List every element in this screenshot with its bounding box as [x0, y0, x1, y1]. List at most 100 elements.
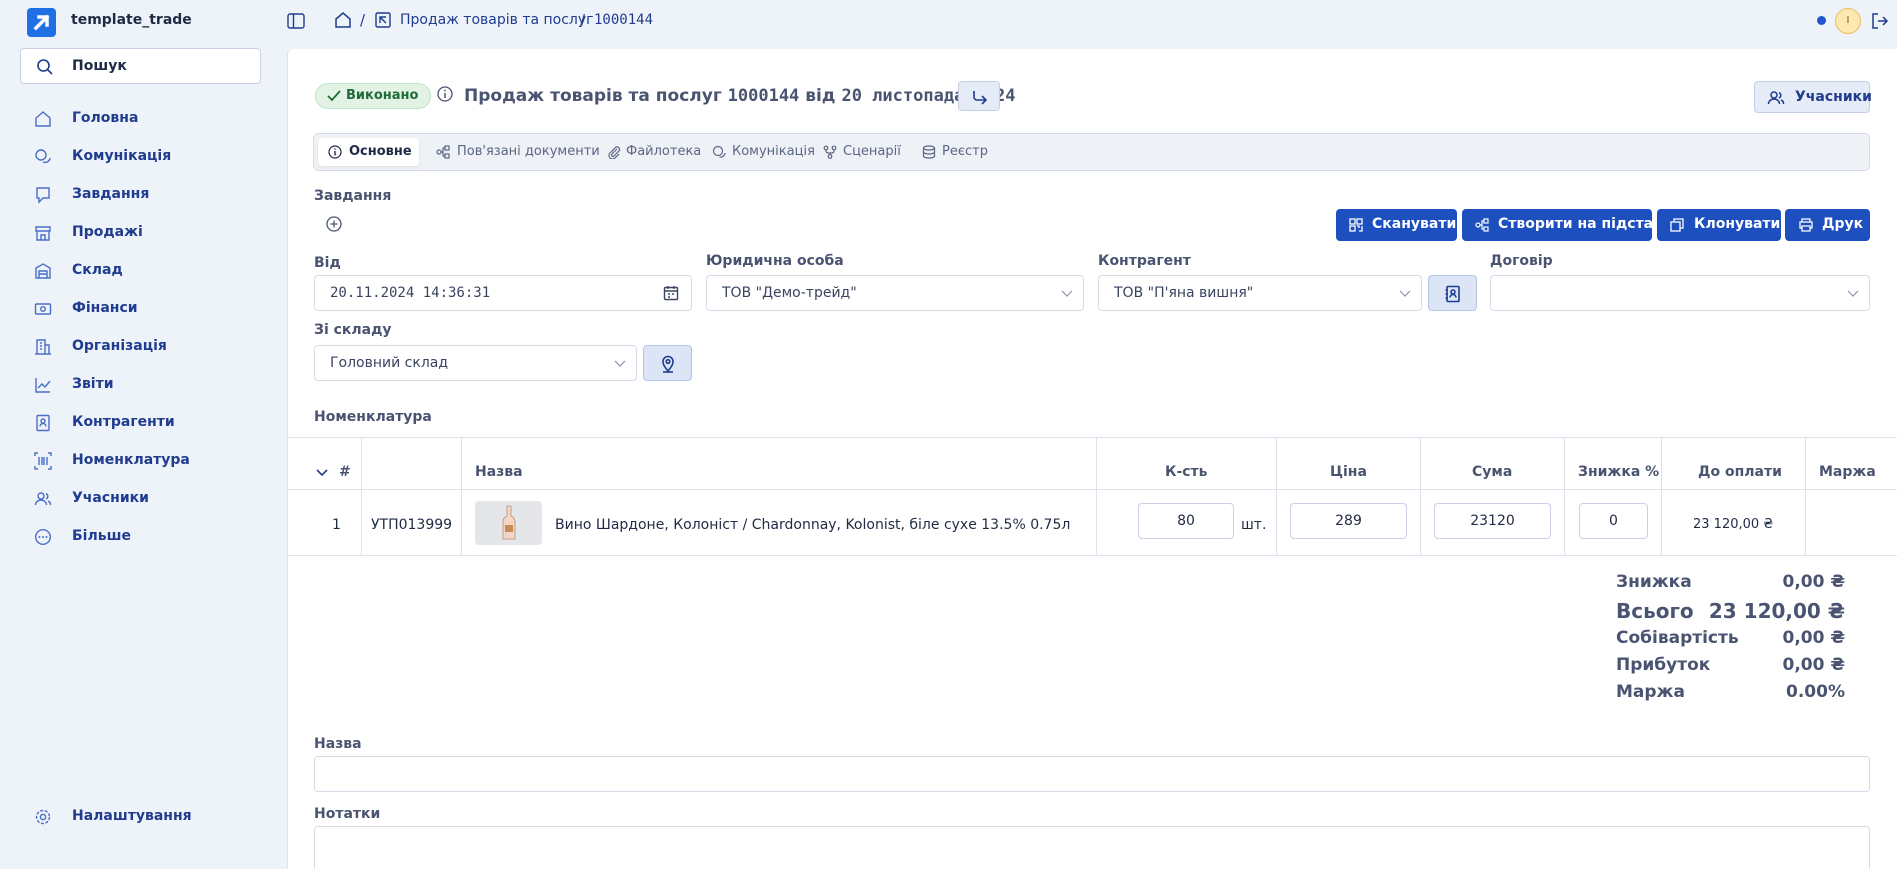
sidebar-item-label: Учасники — [72, 490, 149, 506]
chevron-down-icon — [614, 360, 626, 367]
sidebar-item-label: Завдання — [72, 186, 150, 202]
tab-scenarios[interactable]: Сценарії — [813, 138, 903, 166]
counterparty-select[interactable]: ТОВ "П'яна вишня" — [1098, 275, 1422, 311]
discount-input[interactable]: 0 — [1579, 503, 1648, 539]
sidebar-item-tasks[interactable]: Завдання — [34, 183, 254, 207]
notes-label: Нотатки — [314, 806, 381, 822]
chart-icon — [35, 378, 51, 393]
nomenclature-label: Номенклатура — [314, 409, 432, 425]
totals-total-label: Всього — [1616, 599, 1694, 623]
tab-registry[interactable]: Реєстр — [912, 138, 992, 166]
info-icon[interactable] — [437, 86, 453, 102]
tab-label: Пов'язані документи — [457, 144, 600, 159]
legal-entity-select[interactable]: ТОВ "Демо-трейд" — [706, 275, 1084, 311]
print-button-label: Друк — [1822, 216, 1864, 232]
sidebar-item-more[interactable]: Більше — [34, 525, 254, 549]
members-button[interactable]: Учасники — [1754, 81, 1872, 113]
breadcrumb-section[interactable]: Продаж товарів та послуг — [400, 12, 594, 28]
sidebar-item-sales[interactable]: Продажі — [34, 221, 254, 245]
more-icon — [34, 528, 52, 546]
sidebar-item-finance[interactable]: Фінанси — [34, 297, 254, 321]
tab-related-docs[interactable]: Пов'язані документи — [426, 138, 600, 166]
sidebar-item-settings[interactable]: Налаштування — [34, 805, 254, 829]
members-button-label: Учасники — [1795, 89, 1872, 105]
avatar[interactable]: I — [1835, 8, 1861, 34]
sidebar-item-label: Більше — [72, 528, 131, 544]
add-task-icon[interactable] — [326, 216, 342, 232]
redirect-button[interactable] — [958, 81, 1000, 111]
sidebar-item-warehouse[interactable]: Склад — [34, 259, 254, 283]
column-header-topay[interactable]: До оплати — [1698, 464, 1782, 480]
document-panel: Виконано Продаж товарів та послуг 100014… — [287, 49, 1897, 869]
counterparty-card-button[interactable] — [1428, 275, 1477, 311]
sidebar-item-reports[interactable]: Звіти — [34, 373, 254, 397]
price-input[interactable]: 289 — [1290, 503, 1407, 539]
sidebar-item-label: Налаштування — [72, 808, 192, 824]
branch-icon — [823, 145, 837, 159]
column-header-qty[interactable]: К-сть — [1165, 464, 1208, 480]
create-based-button-label: Створити на підставі — [1498, 216, 1667, 232]
status-label: Виконано — [346, 88, 419, 103]
collapse-chevron-icon[interactable] — [316, 469, 328, 477]
totals-margin-label: Маржа — [1616, 682, 1685, 702]
column-header-price[interactable]: Ціна — [1330, 464, 1367, 480]
search-input[interactable]: Пошук — [20, 48, 261, 84]
sidebar-item-communication[interactable]: Комунікація — [34, 145, 254, 169]
sidebar-toggle-icon[interactable] — [287, 13, 305, 29]
warehouse-location-button[interactable] — [643, 345, 692, 381]
name-input[interactable] — [314, 756, 1870, 792]
app-logo-icon[interactable] — [27, 8, 56, 37]
tab-files[interactable]: Файлотека — [597, 138, 701, 166]
sidebar-item-members[interactable]: Учасники — [34, 487, 254, 511]
chevron-down-icon — [1847, 290, 1859, 297]
search-icon — [37, 59, 53, 75]
clone-button-label: Клонувати — [1694, 216, 1781, 232]
doc-title-prefix: Продаж товарів та послуг — [464, 86, 722, 106]
legal-entity-label: Юридична особа — [706, 253, 844, 269]
row-product-name[interactable]: Вино Шардоне, Колоніст / Chardonnay, Kol… — [555, 517, 1070, 533]
logout-icon[interactable] — [1871, 12, 1889, 30]
create-based-button[interactable]: Створити на підставі — [1462, 209, 1667, 241]
notification-dot[interactable] — [1817, 16, 1826, 25]
totals-total-value: 23 120,00 ₴ — [1708, 599, 1845, 623]
breadcrumb-doc: 1000144 — [594, 12, 654, 28]
tab-communication[interactable]: Комунікація — [702, 138, 815, 166]
sidebar-item-label: Продажі — [72, 224, 143, 240]
notes-textarea[interactable] — [314, 826, 1870, 869]
contract-select[interactable] — [1490, 275, 1870, 311]
database-icon — [922, 145, 936, 159]
sidebar-item-organization[interactable]: Організація — [34, 335, 254, 359]
row-code: УТП013999 — [371, 517, 453, 533]
chevron-down-icon — [1061, 290, 1073, 297]
sum-input[interactable]: 23120 — [1434, 503, 1551, 539]
scan-button-label: Сканувати — [1372, 216, 1457, 232]
scan-button[interactable]: Сканувати — [1336, 209, 1457, 241]
row-num: 1 — [332, 517, 341, 533]
column-header-sum[interactable]: Сума — [1472, 464, 1512, 480]
warehouse-value: Головний склад — [330, 355, 449, 371]
counterparty-value: ТОВ "П'яна вишня" — [1114, 285, 1254, 301]
sidebar-item-label: Головна — [72, 110, 139, 126]
print-button[interactable]: Друк — [1785, 209, 1870, 241]
paperclip-icon — [608, 146, 621, 159]
sidebar-item-nomenclature[interactable]: Номенклатура — [34, 449, 254, 473]
date-field[interactable]: 20.11.2024 14:36:31 — [314, 275, 692, 311]
calendar-icon[interactable] — [663, 285, 679, 301]
totals-margin-value: 0.00% — [1786, 682, 1845, 702]
column-header-margin[interactable]: Маржа — [1819, 464, 1876, 480]
building-icon — [35, 339, 51, 355]
tab-main[interactable]: Основне — [318, 138, 419, 166]
qty-input[interactable]: 80 — [1138, 503, 1234, 539]
contacts-icon — [1445, 285, 1460, 303]
location-pin-icon — [662, 355, 674, 373]
column-header-name[interactable]: Назва — [475, 464, 523, 480]
sidebar-item-label: Фінанси — [72, 300, 138, 316]
doc-number: 1000144 — [727, 86, 800, 106]
sidebar-item-counterparties[interactable]: Контрагенти — [34, 411, 254, 435]
clone-button[interactable]: Клонувати — [1657, 209, 1781, 241]
home-breadcrumb-icon[interactable] — [334, 11, 352, 29]
warehouse-select[interactable]: Головний склад — [314, 345, 637, 381]
row-topay: 23 120,00 ₴ — [1693, 517, 1774, 532]
sidebar-item-home[interactable]: Головна — [34, 107, 254, 131]
column-header-discount[interactable]: Знижка % — [1578, 464, 1659, 480]
